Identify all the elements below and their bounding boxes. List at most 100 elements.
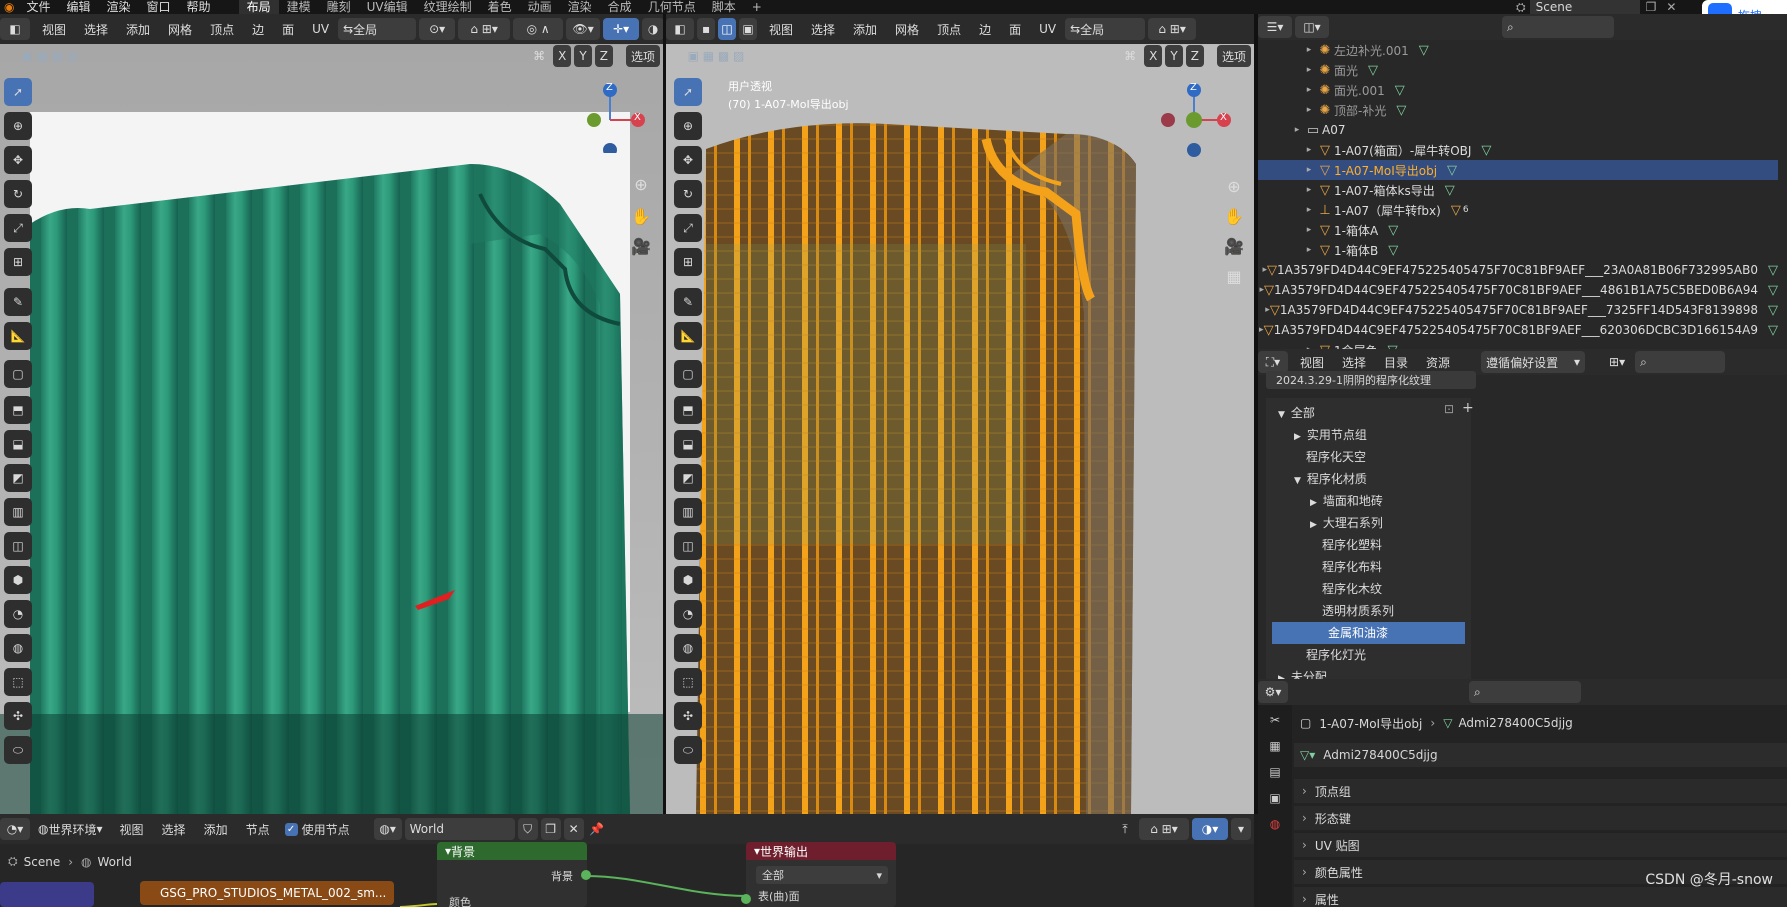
tab-texture-paint[interactable]: 纹理绘制 (416, 0, 480, 14)
mesh-datablock-field[interactable]: ▽▾ Admi278400C5djjg (1294, 743, 1787, 767)
catalog-item[interactable]: 程序化布料 (1266, 556, 1471, 578)
right-menu-view[interactable]: 视图 (760, 21, 802, 38)
left-transform-orientation[interactable]: ⇆ 全局 (338, 18, 417, 40)
outliner-row[interactable]: ▸ ▭ A07 (1258, 120, 1778, 140)
overlay-icon[interactable]: ◑ (642, 18, 663, 40)
thumbnail-icon[interactable]: ⊞▾ (1602, 351, 1632, 373)
background-output-socket[interactable] (581, 870, 591, 880)
right-shrink-icon[interactable]: ✣ (674, 702, 702, 730)
tab-scripting[interactable]: 脚本 (704, 0, 744, 14)
left-menu-add[interactable]: 添加 (117, 21, 159, 38)
expand-arrow-icon[interactable]: ▸ (1302, 65, 1316, 75)
expand-arrow-icon[interactable]: ▸ (1302, 225, 1316, 235)
annotate-icon[interactable]: ✎ (4, 288, 32, 316)
right-knife-icon[interactable]: ◫ (674, 532, 702, 560)
expand-arrow-icon[interactable]: ▸ (1302, 185, 1316, 195)
tab-modeling[interactable]: 建模 (279, 0, 319, 14)
rotate-icon[interactable]: ↻ (4, 180, 32, 208)
outliner-row[interactable]: ▸ ▽ 1-箱体A ▽ (1258, 220, 1778, 240)
mesh-data-icon[interactable]: ▽ (1768, 283, 1778, 298)
panel-attributes[interactable]: › 属性 (1294, 887, 1787, 907)
mesh-data-icon[interactable]: ▽ (1768, 323, 1778, 338)
spin-icon[interactable]: ◔ (4, 600, 32, 628)
display-mode-icon[interactable]: ◫▾ (1295, 16, 1329, 38)
catalog-item[interactable]: 透明材质系列 (1266, 600, 1471, 622)
catalog-arrow-icon[interactable]: ▶ (1310, 498, 1317, 508)
right-snap-icon[interactable]: ⌂ ⊞▾ (1148, 18, 1197, 40)
smooth-icon[interactable]: ◍ (4, 634, 32, 662)
right-menu-select[interactable]: 选择 (802, 21, 844, 38)
outliner-row[interactable]: ▸ ▽ 1-A07-MoI导出obj ▽ (1258, 160, 1778, 180)
background-node[interactable]: ▾ 背景 背景 颜色 (437, 842, 587, 907)
left-menu-mesh[interactable]: 网格 (159, 21, 201, 38)
properties-editor-icon[interactable]: ⚙▾ (1258, 681, 1288, 703)
right-transform-orientation[interactable]: ⇆ 全局 (1065, 18, 1146, 40)
menu-render[interactable]: 渲染 (99, 0, 139, 14)
add-workspace-button[interactable]: + (744, 0, 770, 14)
outliner-row[interactable]: ▸ ✺ 面光 ▽ (1258, 60, 1778, 80)
catalog-item[interactable]: ▶ 墙面和地砖 (1266, 490, 1471, 512)
mesh-data-icon[interactable]: ▽ (1768, 303, 1778, 318)
render-tab-icon[interactable]: ▦ (1258, 739, 1292, 753)
shear-icon[interactable]: ⬭ (4, 736, 32, 764)
catalog-arrow-icon[interactable]: ▼ (1278, 410, 1285, 420)
delete-scene-icon[interactable]: ✕ (1662, 0, 1680, 14)
right-menu-edge[interactable]: 边 (970, 21, 1000, 38)
right-annotate-icon[interactable]: ✎ (674, 288, 702, 316)
loop-cut-icon[interactable]: ▥ (4, 498, 32, 526)
mesh-data-icon[interactable]: ▽ (1388, 223, 1398, 238)
panel-vertex-groups[interactable]: › 顶点组 (1294, 779, 1787, 803)
blender-logo[interactable]: ◉ (0, 0, 18, 14)
tab-geometry-nodes[interactable]: 几何节点 (640, 0, 704, 14)
expand-arrow-icon[interactable]: ▸ (1302, 85, 1316, 95)
bevel-icon[interactable]: ◩ (4, 464, 32, 492)
mesh-data-icon[interactable]: ▽ (1419, 43, 1429, 58)
catalog-arrow-icon[interactable]: ▶ (1310, 520, 1317, 530)
gizmo-toggle-icon[interactable]: ✛▾ (603, 18, 640, 40)
mesh-data-icon[interactable]: ▽ (1768, 263, 1778, 278)
cursor-icon[interactable]: ⊕ (4, 112, 32, 140)
catalog-arrow-icon[interactable]: ▼ (1294, 476, 1301, 486)
asset-editor-icon[interactable]: ⛶▾ (1258, 351, 1288, 373)
mesh-data-icon[interactable]: ▽ (1388, 243, 1398, 258)
right-axis-y[interactable]: Y (1165, 45, 1183, 67)
right-edge-slide-icon[interactable]: ⬚ (674, 668, 702, 696)
outliner-row[interactable]: ▸ ▽ 1A3579FD4D44C9EF475225405475F70C81BF9A… (1258, 260, 1778, 280)
zoom-icon[interactable]: ⊕ (629, 172, 653, 196)
menu-file[interactable]: 文件 (18, 0, 58, 14)
menu-edit[interactable]: 编辑 (59, 0, 99, 14)
new-catalog-icon[interactable]: ⊡ (1444, 402, 1454, 416)
expand-arrow-icon[interactable]: ▸ (1302, 165, 1316, 175)
left-axis-x[interactable]: X (553, 45, 572, 67)
left-options-button[interactable]: 选项 (625, 45, 660, 67)
right-mirror-icon[interactable]: ⌘ (1119, 45, 1141, 67)
asset-library-selector[interactable]: 2024.3.29-1阴阴的程序化纹理 (1266, 371, 1476, 389)
expand-arrow-icon[interactable]: ▸ (1302, 45, 1316, 55)
vertex-select-icon[interactable]: ▪ (697, 18, 715, 40)
right-menu-mesh[interactable]: 网格 (886, 21, 928, 38)
right-viewport[interactable]: ◧ ▪ ◫ ▣ 视图 选择 添加 网格 顶点 边 面 UV ⇆ 全局 ⌂ ⊞▾ … (666, 14, 1254, 814)
pan-hand-icon[interactable]: ✋ (629, 204, 653, 228)
outliner-row[interactable]: ▸ ✺ 顶部-补光 ▽ (1258, 100, 1778, 120)
left-axis-y[interactable]: Y (574, 45, 592, 67)
mesh-data-icon[interactable]: ▽ (1395, 83, 1405, 98)
outliner-row[interactable]: ▸ ▽ 1A3579FD4D44C9EF475225405475F70C81BF9A… (1258, 320, 1778, 340)
right-menu-uv[interactable]: UV (1030, 22, 1065, 36)
snap-icon[interactable]: ⌂ ⊞▾ (458, 18, 511, 40)
right-measure-icon[interactable]: 📐 (674, 322, 702, 350)
right-spin-icon[interactable]: ◔ (674, 600, 702, 628)
right-camera-icon[interactable]: 🎥 (1222, 234, 1246, 258)
scene-tab-icon[interactable]: ◍ (1258, 817, 1292, 831)
mesh-data-icon[interactable]: ▽ (1447, 163, 1457, 178)
right-shear-icon[interactable]: ⬭ (674, 736, 702, 764)
tab-compositing[interactable]: 合成 (600, 0, 640, 14)
camera-icon[interactable]: 🎥 (629, 234, 653, 258)
outliner-row[interactable]: ▸ ▽ 1-A07(箱面）-犀牛转OBJ ▽ (1258, 140, 1778, 160)
ortho-grid-icon[interactable]: ▦ (1222, 264, 1246, 288)
scene-name[interactable]: Scene (1529, 0, 1640, 14)
right-rotate-icon[interactable]: ↻ (674, 180, 702, 208)
expand-arrow-icon[interactable]: ▸ (1290, 125, 1304, 135)
breadcrumb-object[interactable]: 1-A07-MoI导出obj (1319, 715, 1422, 732)
right-smooth-icon[interactable]: ◍ (674, 634, 702, 662)
left-menu-face[interactable]: 面 (273, 21, 303, 38)
